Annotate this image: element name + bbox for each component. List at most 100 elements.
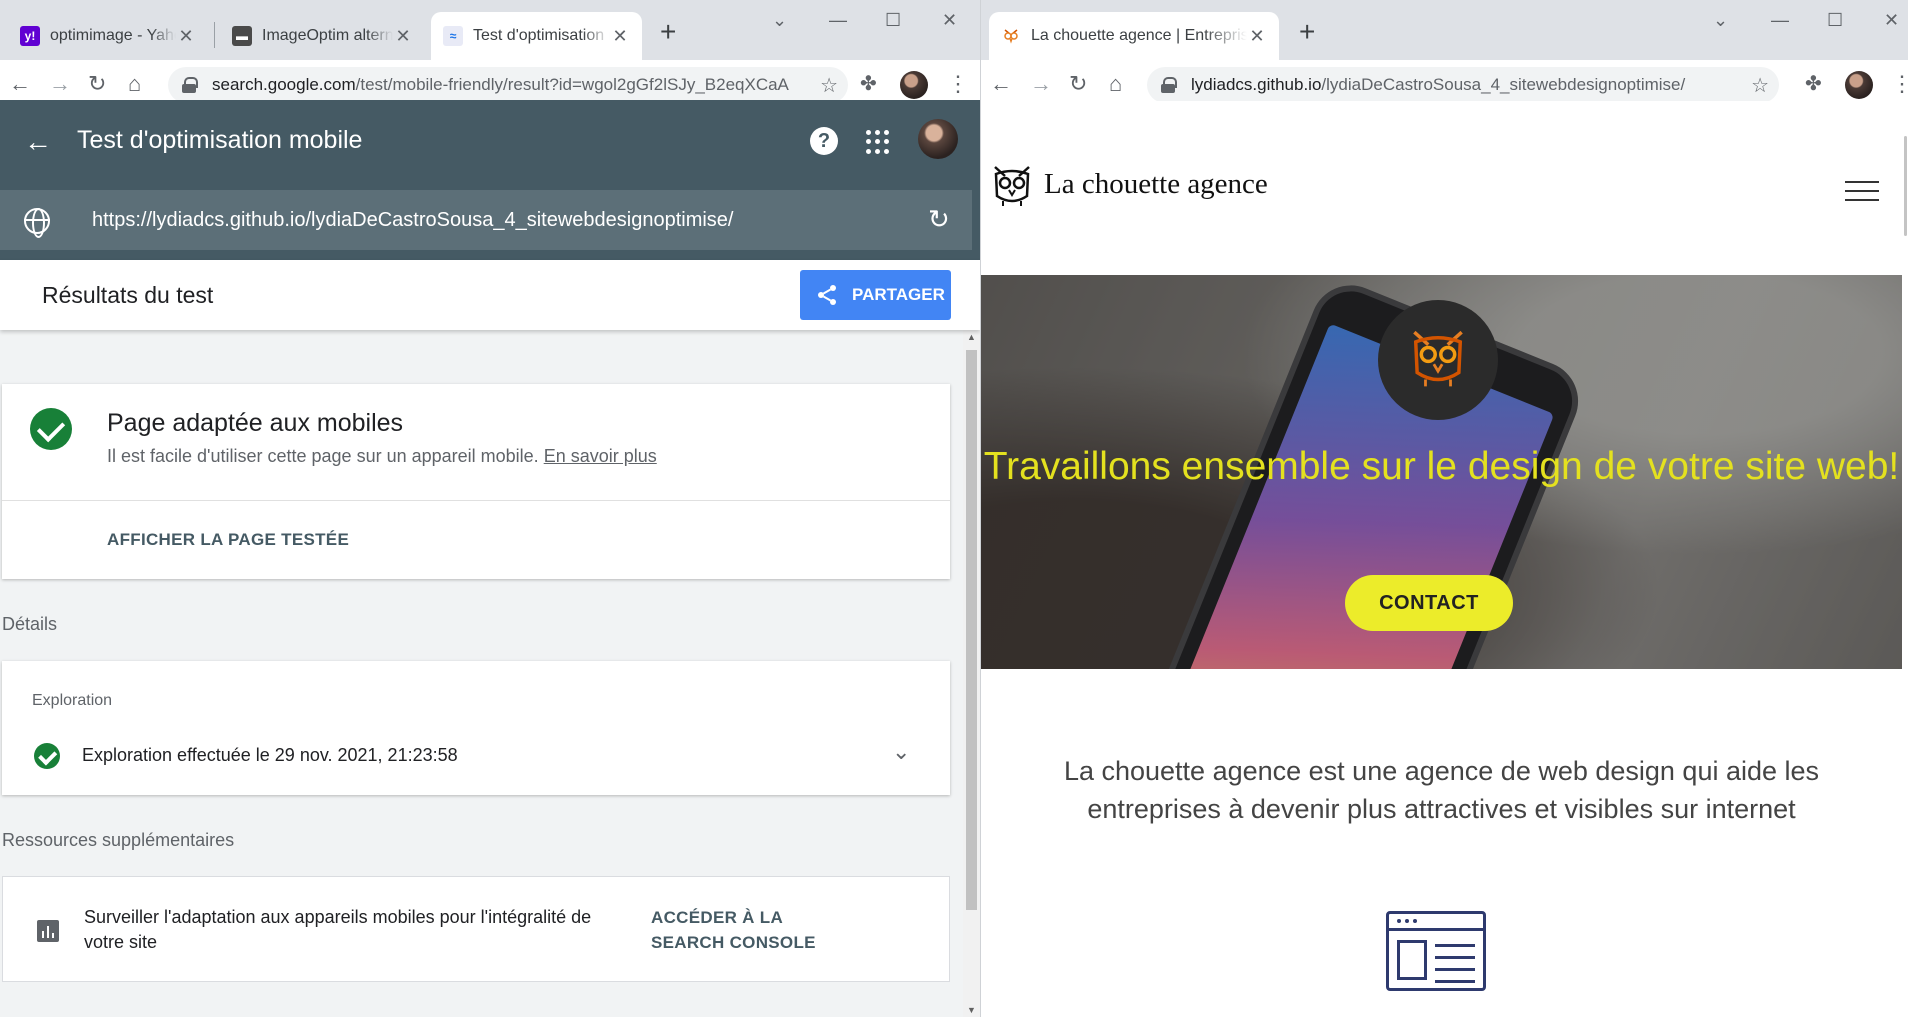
close-tab-icon[interactable]: ✕ <box>393 26 413 47</box>
tab-title: ImageOptim alternative <box>262 27 393 44</box>
address-bar[interactable]: search.google.com/test/mobile-friendly/r… <box>168 67 848 103</box>
scrollbar-thumb[interactable] <box>966 350 977 910</box>
reload-icon[interactable]: ↻ <box>88 72 106 96</box>
apps-grid-icon[interactable] <box>866 130 890 154</box>
crawl-card: Exploration Exploration effectuée le 29 … <box>2 661 950 795</box>
results-title: Résultats du test <box>42 282 214 308</box>
results-scroll-area: Page adaptée aux mobiles Il est facile d… <box>0 330 980 1017</box>
tested-url[interactable]: https://lydiadcs.github.io/lydiaDeCastro… <box>92 209 733 232</box>
help-icon[interactable]: ? <box>810 127 838 155</box>
tab-strip: y! optimimage - Yahoo ✕ ▬ ImageOptim alt… <box>0 0 980 60</box>
minimize-icon[interactable]: — <box>1771 10 1789 31</box>
profile-avatar[interactable] <box>1845 71 1873 99</box>
new-tab-icon[interactable]: + <box>1299 18 1315 46</box>
crawl-status: Exploration effectuée le 29 nov. 2021, 2… <box>82 745 458 765</box>
bookmark-star-icon[interactable]: ☆ <box>820 73 838 98</box>
home-icon[interactable]: ⌂ <box>128 72 141 96</box>
hero-banner: Travaillons ensemble sur le design de vo… <box>981 275 1902 669</box>
menu-kebab-icon[interactable]: ⋮ <box>1891 72 1908 96</box>
maximize-icon[interactable]: ☐ <box>1827 10 1843 31</box>
monitor-text: Surveiller l'adaptation aux appareils mo… <box>84 907 592 952</box>
site-brand[interactable]: La chouette agence <box>1044 168 1268 201</box>
learn-more-link[interactable]: En savoir plus <box>544 446 657 466</box>
scroll-up-icon[interactable]: ▲ <box>967 332 976 342</box>
extensions-icon[interactable]: ✤ <box>1805 72 1822 96</box>
verdict-text: Il est facile d'utiliser cette page sur … <box>107 446 539 466</box>
account-avatar[interactable] <box>918 119 958 159</box>
intro-text: La chouette agence est une agence de web… <box>1063 756 1820 824</box>
tab-chouette-agence[interactable]: La chouette agence | Entreprise de web d… <box>989 12 1279 60</box>
hero-owl-badge <box>1378 300 1498 420</box>
verdict-card: Page adaptée aux mobiles Il est facile d… <box>2 384 950 579</box>
browser-window-right: La chouette agence | Entreprise de web d… <box>981 0 1908 1017</box>
hero-title: Travaillons ensemble sur le design de vo… <box>983 445 1900 488</box>
close-tab-icon[interactable]: ✕ <box>176 26 196 47</box>
scrollbar-thumb[interactable] <box>1904 136 1907 236</box>
owl-favicon-icon <box>1001 26 1021 46</box>
lock-icon <box>182 77 198 93</box>
resources-label: Ressources supplémentaires <box>2 830 235 850</box>
verdict-description: Il est facile d'utiliser cette page sur … <box>107 446 657 467</box>
bookmark-star-icon[interactable]: ☆ <box>1751 73 1769 98</box>
vertical-scrollbar[interactable]: ▲ ▼ <box>963 330 980 1017</box>
tab-mobile-test[interactable]: ≈ Test d'optimisation mobile ✕ <box>431 12 642 60</box>
browser-window-left: y! optimimage - Yahoo ✕ ▬ ImageOptim alt… <box>0 0 981 1017</box>
globe-icon <box>24 208 50 238</box>
google-search-console-icon: ≈ <box>443 26 463 46</box>
view-tested-page-button[interactable]: AFFICHER LA PAGE TESTÉE <box>107 530 349 550</box>
back-icon[interactable]: ← <box>9 72 31 96</box>
tested-url-bar: https://lydiadcs.github.io/lydiaDeCastro… <box>0 190 972 250</box>
results-bar: Résultats du test PARTAGER <box>0 260 980 330</box>
resources-card: Surveiller l'adaptation aux appareils mo… <box>2 876 950 982</box>
web-design-icon <box>1386 911 1486 991</box>
close-tab-icon[interactable]: ✕ <box>1247 26 1267 47</box>
reload-icon[interactable]: ↻ <box>1069 72 1087 96</box>
success-check-icon <box>30 408 72 450</box>
window-close-icon[interactable]: ✕ <box>942 10 957 31</box>
close-tab-icon[interactable]: ✕ <box>610 26 630 47</box>
address-bar[interactable]: lydiadcs.github.io/lydiaDeCastroSousa_4_… <box>1147 67 1779 103</box>
lock-icon <box>1161 77 1177 93</box>
profile-avatar[interactable] <box>900 71 928 99</box>
window-close-icon[interactable]: ✕ <box>1884 10 1899 31</box>
page-title: Test d'optimisation mobile <box>77 126 363 154</box>
forward-icon[interactable]: → <box>49 72 71 96</box>
tab-title: optimimage - Yahoo <box>50 27 176 44</box>
forward-icon[interactable]: → <box>1030 72 1052 96</box>
minimize-icon[interactable]: — <box>829 10 847 31</box>
back-arrow-icon[interactable]: ← <box>24 126 52 158</box>
address-host: search.google.com <box>212 75 356 94</box>
address-path: /lydiaDeCastroSousa_4_sitewebdesignoptim… <box>1321 75 1686 94</box>
share-label: PARTAGER <box>852 285 945 304</box>
contact-button[interactable]: CONTACT <box>1345 575 1513 631</box>
website-page: La chouette agence Travaillons ensemble … <box>981 101 1908 1017</box>
expand-chevron-icon[interactable]: ⌄ <box>892 739 910 765</box>
divider <box>2 500 950 501</box>
scroll-down-icon[interactable]: ▼ <box>967 1005 976 1015</box>
tab-search-icon[interactable]: ⌄ <box>772 10 787 31</box>
page-scrollbar[interactable] <box>1902 101 1908 1017</box>
share-button[interactable]: PARTAGER <box>800 270 951 320</box>
imageoptim-icon: ▬ <box>232 26 252 46</box>
tab-strip: La chouette agence | Entreprise de web d… <box>981 0 1908 60</box>
tab-title: La chouette agence | Entreprise de web d… <box>1031 27 1247 44</box>
crawl-section-label: Exploration <box>32 692 113 709</box>
hamburger-menu-icon[interactable] <box>1845 181 1879 201</box>
yahoo-icon: y! <box>20 26 40 46</box>
address-host: lydiadcs.github.io <box>1191 75 1322 94</box>
tab-imageoptim[interactable]: ▬ ImageOptim alternative ✕ <box>220 12 425 60</box>
retest-icon[interactable]: ↻ <box>928 204 950 235</box>
details-label: Détails <box>2 614 58 634</box>
bar-chart-icon <box>37 920 59 942</box>
search-console-link[interactable]: ACCÉDER À LA SEARCH CONSOLE <box>651 905 851 955</box>
owl-icon <box>1413 330 1463 387</box>
tab-yahoo[interactable]: y! optimimage - Yahoo ✕ <box>8 12 208 60</box>
tab-search-icon[interactable]: ⌄ <box>1713 10 1728 31</box>
extensions-icon[interactable]: ✤ <box>860 72 877 96</box>
menu-kebab-icon[interactable]: ⋮ <box>947 72 969 96</box>
home-icon[interactable]: ⌂ <box>1109 72 1122 96</box>
new-tab-icon[interactable]: + <box>660 18 676 46</box>
share-icon <box>818 285 836 305</box>
back-icon[interactable]: ← <box>990 72 1012 96</box>
maximize-icon[interactable]: ☐ <box>885 10 901 31</box>
